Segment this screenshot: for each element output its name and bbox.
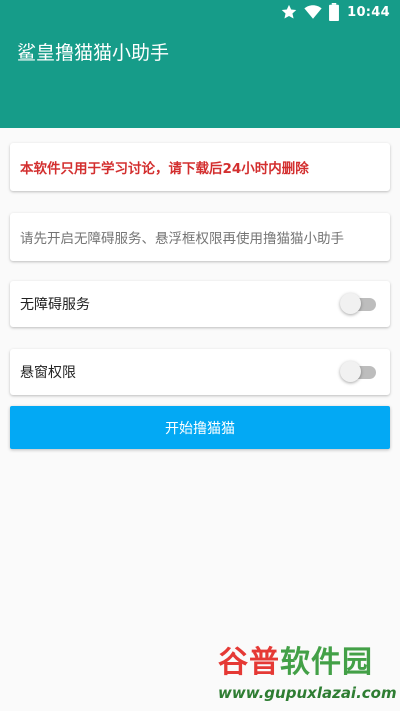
watermark-url: www.gupuxlazai.com [218,684,397,702]
wifi-icon [304,5,322,19]
permission-hint-card: 请先开启无障碍服务、悬浮框权限再使用撸猫猫小助手 [10,213,390,261]
app-screen: 10:44 鲨皇撸猫猫小助手 本软件只用于学习讨论，请下载后24小时内删除 请先… [0,0,400,711]
accessibility-service-label: 无障碍服务 [20,297,90,313]
watermark-part2: 软件园 [280,645,373,680]
floating-window-permission-switch[interactable] [340,361,380,383]
battery-icon [329,3,340,21]
status-bar: 10:44 [0,0,400,24]
star-icon [281,4,297,19]
status-time: 10:44 [347,4,390,20]
app-toolbar: 10:44 鲨皇撸猫猫小助手 [0,0,400,128]
watermark-part1: 谷普 [218,645,280,680]
permission-hint-text: 请先开启无障碍服务、悬浮框权限再使用撸猫猫小助手 [20,231,344,247]
accessibility-service-switch[interactable] [340,293,380,315]
floating-window-permission-label: 悬窗权限 [20,365,76,381]
disclaimer-card: 本软件只用于学习讨论，请下载后24小时内删除 [10,143,390,191]
switch-thumb [340,361,361,382]
watermark-logo: 谷普软件园 [218,646,396,680]
floating-window-permission-row[interactable]: 悬窗权限 [10,349,390,395]
switch-thumb [340,293,361,314]
app-title: 鲨皇撸猫猫小助手 [17,42,170,64]
accessibility-service-row[interactable]: 无障碍服务 [10,281,390,327]
site-watermark: 谷普软件园 www.gupuxlazai.com [218,646,397,706]
start-button[interactable]: 开始撸猫猫 [10,406,390,449]
disclaimer-text: 本软件只用于学习讨论，请下载后24小时内删除 [20,161,309,177]
